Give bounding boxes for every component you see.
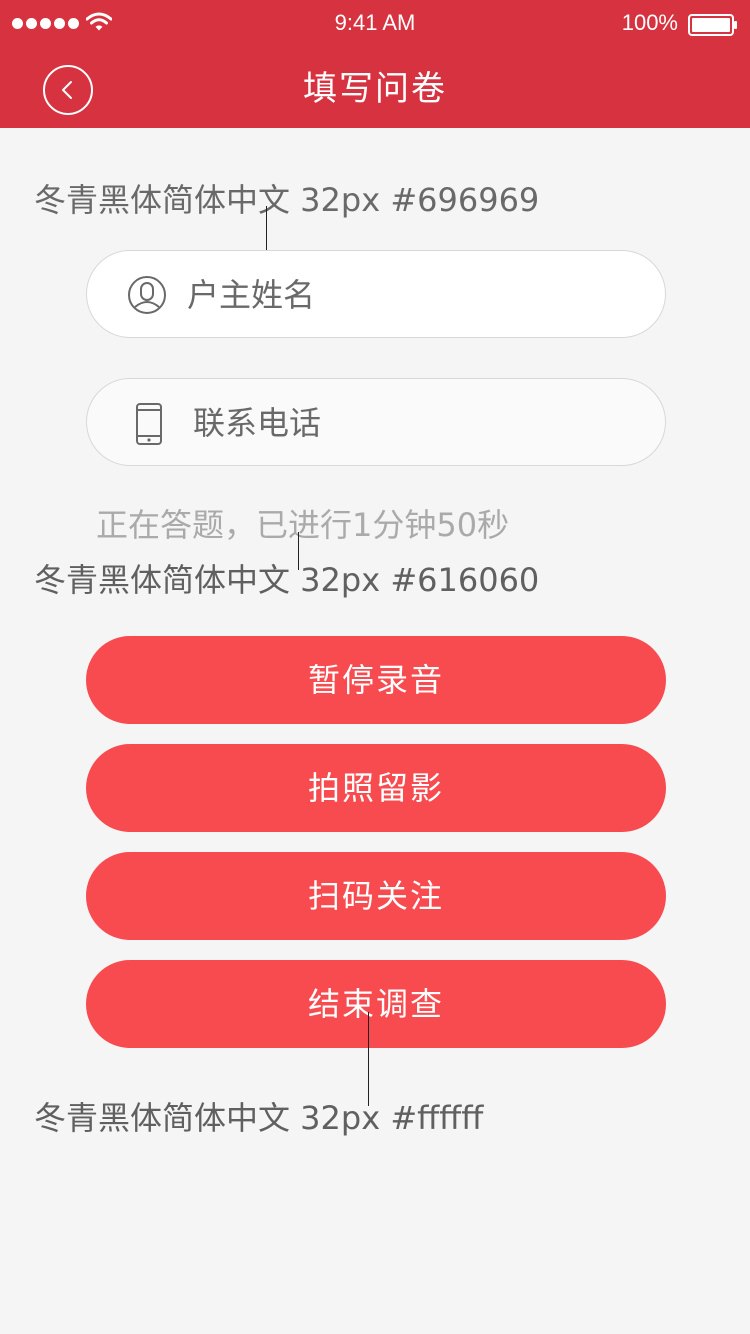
- phone-label: 联系电话: [193, 404, 322, 442]
- progress-text: 正在答题，已进行1分钟50秒: [96, 506, 510, 544]
- button-annotation-leader: [368, 1012, 369, 1106]
- page-title: 填写问卷: [303, 69, 447, 109]
- owner-name-field[interactable]: 户主姓名: [86, 250, 666, 338]
- end-survey-button[interactable]: 结束调查: [86, 960, 666, 1048]
- pause-recording-button[interactable]: 暂停录音: [86, 636, 666, 724]
- header-bar: 9:41 AM 100% 填写问卷: [0, 0, 750, 128]
- phone-field[interactable]: 联系电话: [86, 378, 666, 466]
- battery-percent: 100%: [621, 10, 678, 35]
- button-font-annotation: 冬青黑体简体中文 32px #ffffff: [34, 1099, 484, 1137]
- field-font-annotation: 冬青黑体简体中文 32px #696969: [34, 181, 540, 219]
- user-icon: [128, 276, 166, 314]
- battery-icon: [688, 14, 737, 36]
- owner-name-label: 户主姓名: [187, 276, 316, 314]
- status-bar: 9:41 AM 100%: [0, 0, 750, 50]
- scan-follow-button[interactable]: 扫码关注: [86, 852, 666, 940]
- phone-icon: [136, 403, 162, 445]
- take-photo-button[interactable]: 拍照留影: [86, 744, 666, 832]
- progress-font-annotation: 冬青黑体简体中文 32px #616060: [34, 561, 540, 599]
